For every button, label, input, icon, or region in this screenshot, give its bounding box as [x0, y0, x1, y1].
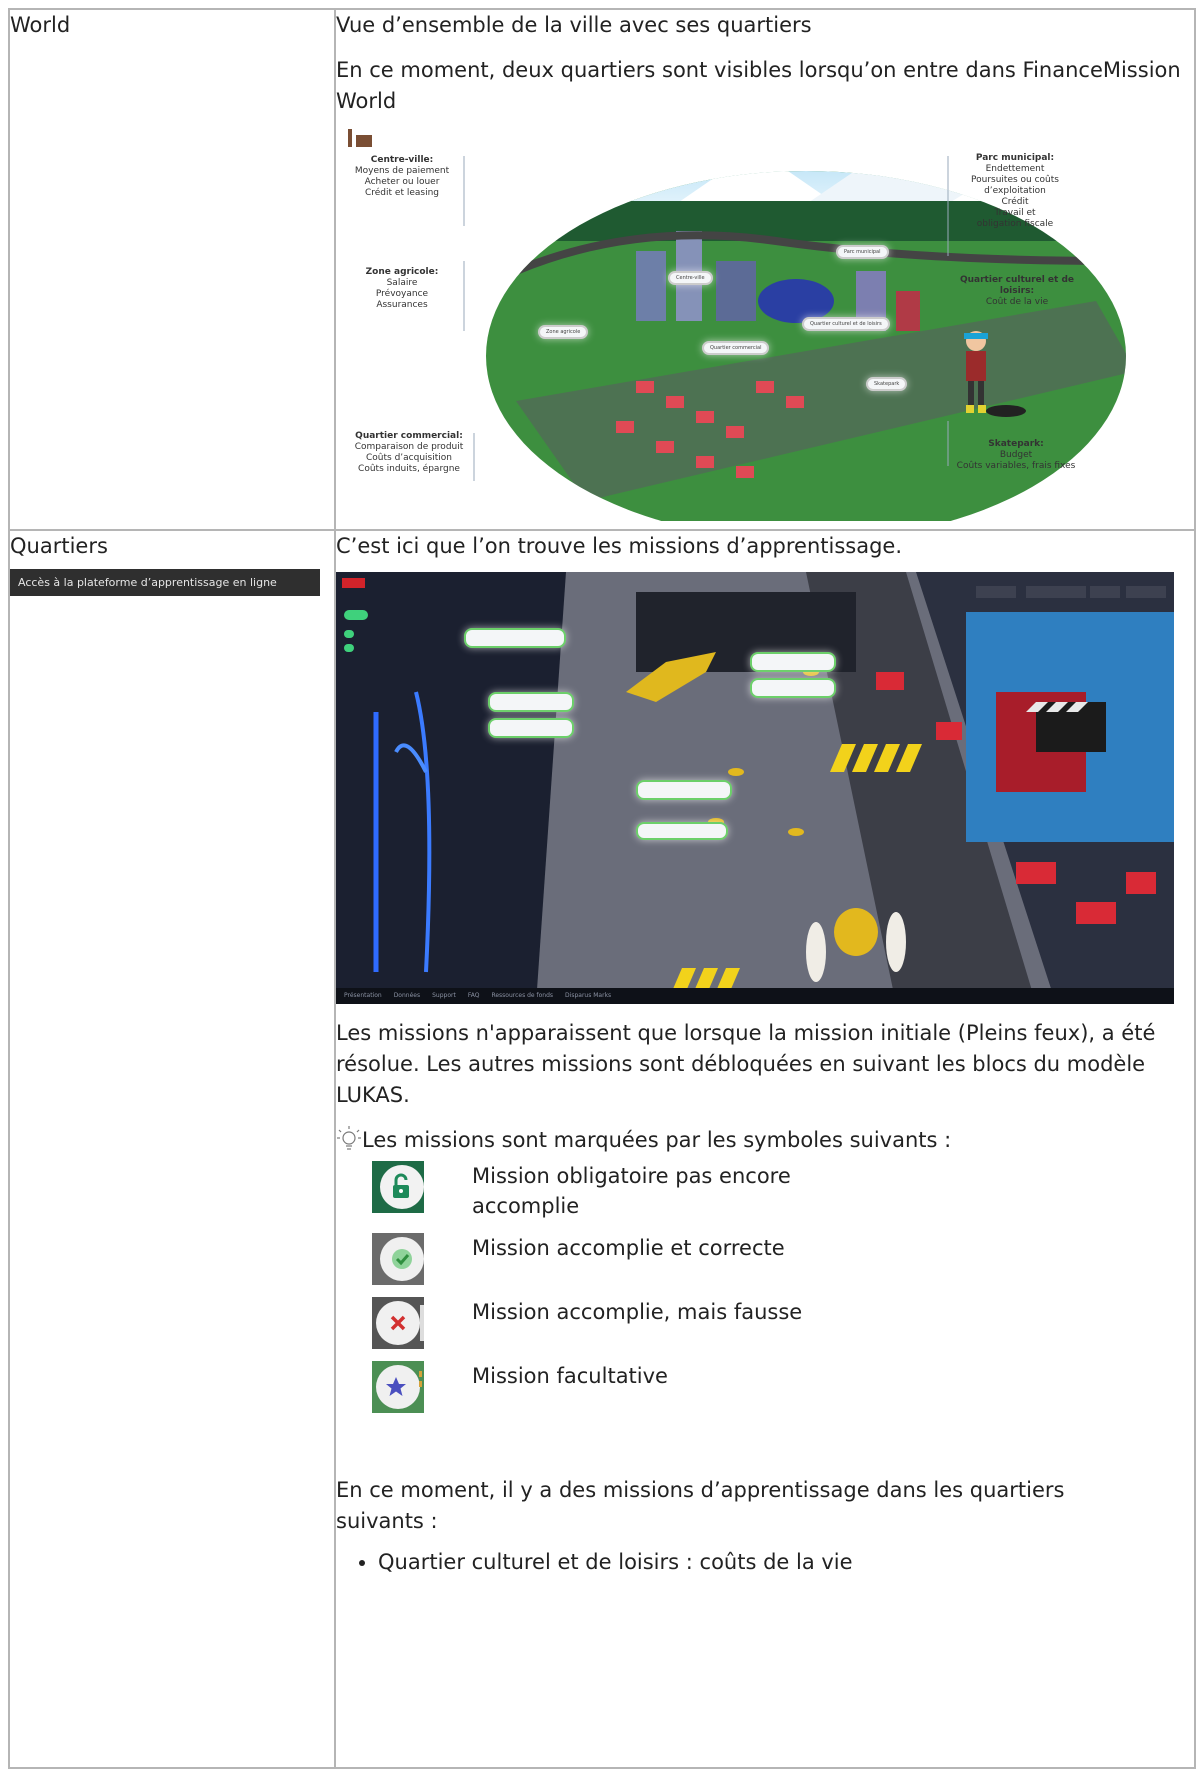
mission-symbol-legend: Mission obligatoire pas encore accomplie… — [372, 1161, 1194, 1413]
quartiers-list: Quartier culturel et de loisirs : coûts … — [336, 1547, 1194, 1577]
mission-bubble[interactable] — [750, 652, 836, 672]
map-label-quartier-commercial: Quartier commercial — [702, 341, 770, 355]
tip-line: Les missions sont marquées par les symbo… — [336, 1125, 1194, 1155]
description-cell: C’est ici que l’on trouve les missions d… — [334, 529, 1196, 1769]
world-map-image: Centre-ville: Moyens de paiement Acheter… — [336, 121, 1203, 521]
list-item: Quartier culturel et de loisirs : coûts … — [378, 1547, 1194, 1577]
callout-skatepark: Skatepark: Budget Coûts variables, frais… — [956, 439, 1076, 471]
row-world: World Vue d’ensemble de la ville avec se… — [8, 8, 1196, 531]
legend-item: Mission obligatoire pas encore accomplie — [372, 1161, 1194, 1221]
term-cell: Quartiers Accès à la plateforme d’appren… — [8, 529, 336, 1769]
legend-item: Mission accomplie et correcte — [372, 1233, 1194, 1285]
mission-bubble[interactable] — [488, 692, 574, 712]
map-label-skatepark: Skatepark — [866, 377, 908, 391]
scene-logo-tag — [342, 578, 365, 588]
scene-footer: Présentation Données Support FAQ Ressour… — [336, 988, 1174, 1004]
platform-access-badge[interactable]: Accès à la plateforme d’apprentissage en… — [10, 569, 320, 596]
check-icon — [372, 1233, 424, 1285]
map-label-centre-ville: Centre-ville — [668, 271, 713, 285]
star-icon — [372, 1361, 424, 1413]
term-cell: World — [8, 8, 336, 531]
mission-bubble[interactable] — [636, 822, 728, 840]
legend-label: Mission facultative — [472, 1364, 668, 1388]
mission-bubble[interactable] — [488, 718, 574, 738]
legend-label: Mission accomplie, mais fausse — [472, 1300, 803, 1324]
legend-item: Mission accomplie, mais fausse — [372, 1297, 1194, 1349]
callout-centre-ville: Centre-ville: Moyens de paiement Acheter… — [354, 155, 450, 198]
world-paragraph-1: Vue d’ensemble de la ville avec ses quar… — [336, 13, 812, 37]
missions-unlock-paragraph: Les missions n'apparaissent que lorsque … — [336, 1021, 1156, 1107]
map-label-quartier-culturel: Quartier culturel et de loisirs — [802, 317, 890, 331]
legend-label: Mission accomplie et correcte — [472, 1236, 785, 1260]
callout-parc-municipal: Parc municipal: Endettement Poursuites o… — [971, 153, 1059, 229]
current-missions-paragraph: En ce moment, il y a des missions d’appr… — [336, 1478, 1065, 1533]
footer-link[interactable]: Présentation — [344, 988, 382, 1004]
term-quartiers: Quartiers — [10, 534, 108, 558]
row-quartiers: Quartiers Accès à la plateforme d’appren… — [8, 529, 1196, 1769]
callout-quartier-culturel: Quartier culturel et de loisirs: Coût de… — [959, 275, 1075, 307]
mission-scene-screenshot: Présentation Données Support FAQ Ressour… — [336, 572, 1174, 1004]
callout-zone-agricole: Zone agricole: Salaire Prévoyance Assura… — [365, 267, 439, 310]
quartiers-intro: C’est ici que l’on trouve les missions d… — [336, 534, 902, 558]
term-world: World — [10, 13, 71, 37]
definition-table: World Vue d’ensemble de la ville avec se… — [8, 8, 1196, 1769]
scene-illustration — [336, 572, 1174, 1004]
footer-link[interactable]: FAQ — [468, 988, 480, 1004]
tip-text: Les missions sont marquées par les symbo… — [362, 1128, 952, 1152]
mission-bubble[interactable] — [750, 678, 836, 698]
callout-quartier-commercial: Quartier commercial: Comparaison de prod… — [354, 431, 464, 474]
legend-label: Mission obligatoire pas encore accomplie — [472, 1164, 791, 1218]
legend-item: Mission facultative — [372, 1361, 1194, 1413]
map-label-parc-municipal: Parc municipal — [836, 245, 889, 259]
footer-link[interactable]: Ressources de fonds — [491, 988, 553, 1004]
map-label-zone-agricole: Zone agricole — [538, 325, 589, 339]
lock-open-icon — [372, 1161, 424, 1213]
footer-link[interactable]: Support — [432, 988, 456, 1004]
footer-link[interactable]: Données — [394, 988, 420, 1004]
world-paragraph-2: En ce moment, deux quartiers sont visibl… — [336, 58, 1181, 113]
mission-bubble[interactable] — [464, 628, 566, 648]
cross-icon — [372, 1297, 424, 1349]
lightbulb-icon — [337, 1126, 361, 1150]
mission-bubble[interactable] — [636, 780, 732, 800]
description-cell: Vue d’ensemble de la ville avec ses quar… — [334, 8, 1196, 531]
footer-link[interactable]: Disparus Marks — [565, 988, 611, 1004]
